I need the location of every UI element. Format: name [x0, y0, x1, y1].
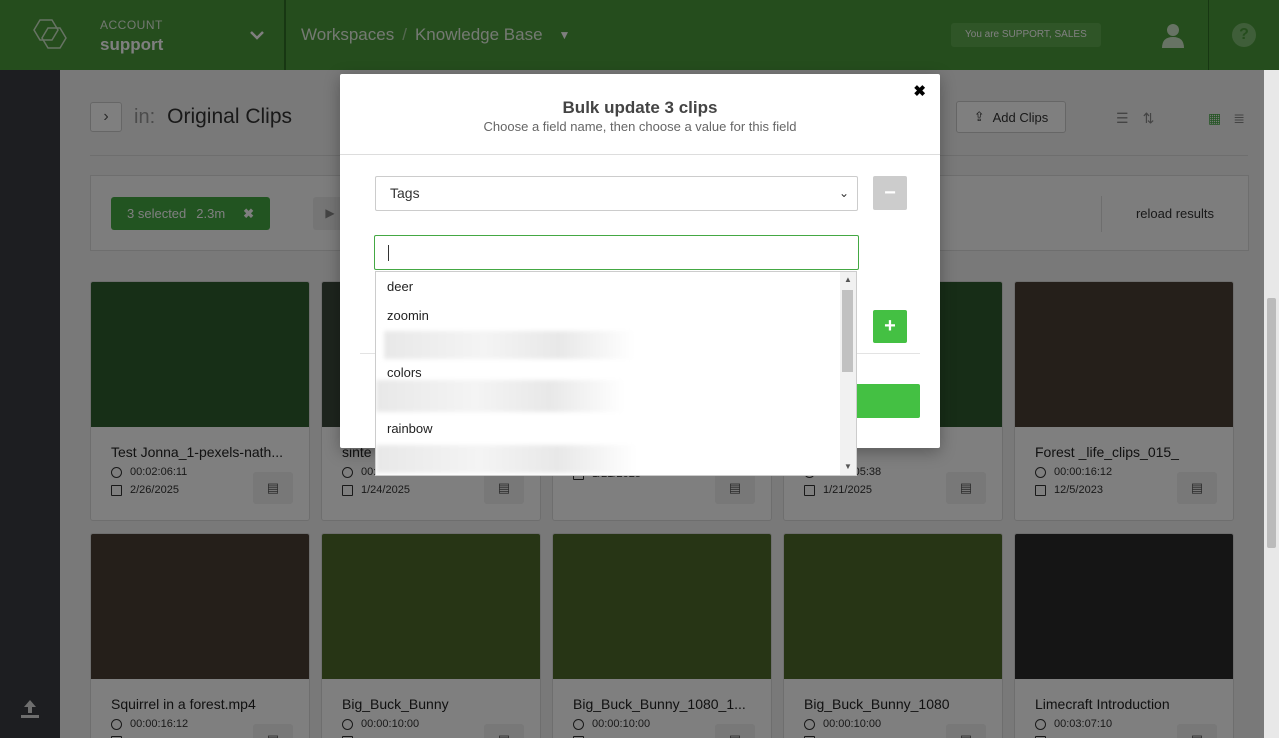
tag-option-zoomin[interactable]: zoomin	[387, 308, 429, 323]
remove-field-button[interactable]: −	[873, 176, 907, 210]
tag-option-colors[interactable]: colors	[387, 365, 422, 380]
redacted-option[interactable]	[376, 380, 624, 412]
chevron-down-icon: ⌄	[838, 186, 849, 200]
dropdown-scrollbar[interactable]: ▲ ▼	[840, 272, 856, 475]
modal-subtitle: Choose a field name, then choose a value…	[483, 119, 797, 134]
tag-value-input[interactable]	[374, 235, 859, 270]
dropdown-scrollbar-thumb[interactable]	[842, 290, 853, 372]
page-scrollbar-thumb[interactable]	[1267, 298, 1276, 548]
redacted-option[interactable]	[384, 331, 634, 359]
text-cursor	[388, 245, 389, 261]
tag-option-deer[interactable]: deer	[387, 279, 413, 294]
scroll-down-icon[interactable]: ▼	[844, 462, 852, 471]
redacted-option[interactable]	[376, 445, 636, 473]
modal-title: Bulk update 3 clips	[562, 98, 718, 117]
add-field-button[interactable]: +	[873, 310, 907, 343]
modal-divider	[340, 154, 940, 155]
tag-suggestions-dropdown: deer zoomin colors rainbow ▲ ▼	[375, 271, 857, 476]
field-name-value: Tags	[390, 185, 420, 201]
page-scrollbar[interactable]	[1264, 70, 1279, 738]
scroll-up-icon[interactable]: ▲	[844, 275, 852, 284]
field-name-select[interactable]: Tags ⌄	[375, 176, 858, 211]
tag-option-rainbow[interactable]: rainbow	[387, 421, 433, 436]
